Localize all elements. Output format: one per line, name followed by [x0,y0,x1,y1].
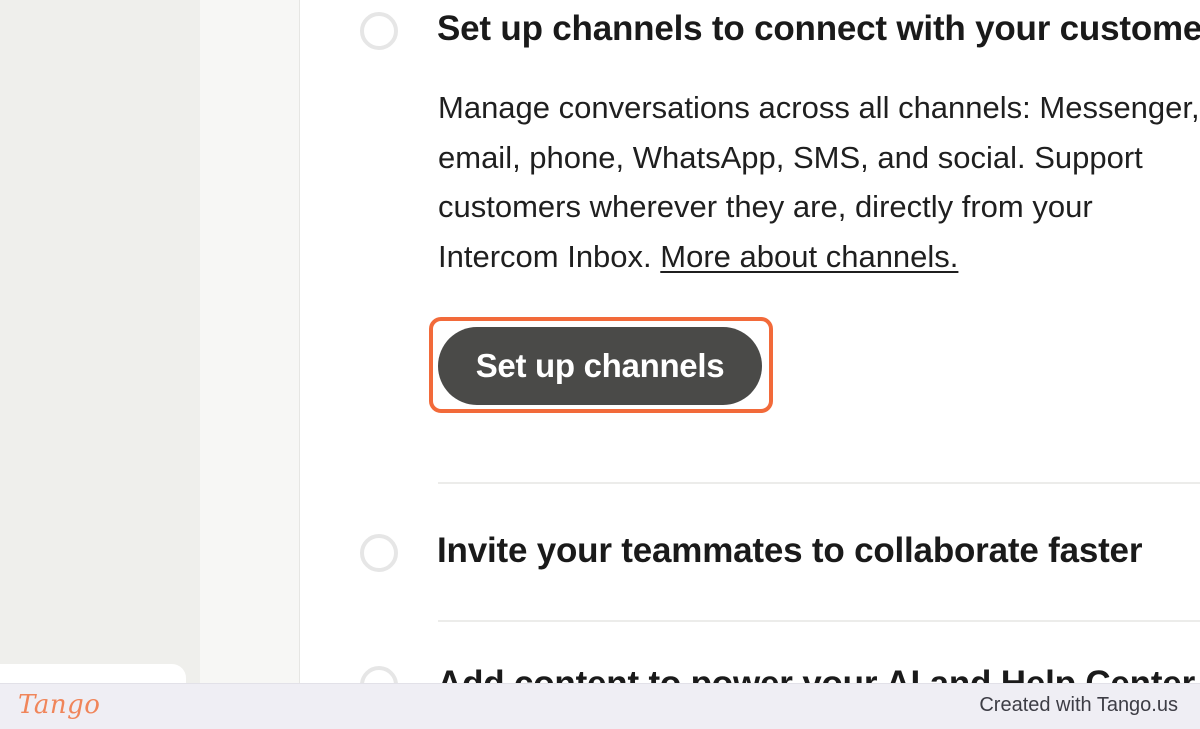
description-line-text: Intercom Inbox. [438,238,652,274]
step-2-radio[interactable] [360,534,398,572]
description-line: email, phone, WhatsApp, SMS, and social.… [438,139,1143,175]
tango-footer: Tango Created with Tango.us [0,683,1200,729]
left-sidebar [0,0,200,704]
created-with-credit[interactable]: Created with Tango.us [979,694,1178,717]
step-3-radio[interactable] [360,666,398,683]
step-3-title[interactable]: Add content to power your AI and Help Ce… [437,664,1195,683]
onboarding-checklist: Set up channels to connect with your cus… [300,0,1200,683]
set-up-channels-button[interactable]: Set up channels [438,327,762,405]
description-line: customers wherever they are, directly fr… [438,189,1093,224]
step-2-title[interactable]: Invite your teammates to collaborate fas… [437,531,1142,571]
step-1-title[interactable]: Set up channels to connect with your cus… [437,9,1200,49]
more-about-channels-link[interactable]: More about channels. [660,239,958,274]
step-1-description: Manage conversations across all channels… [438,83,1200,281]
step-1-radio[interactable] [360,12,398,50]
divider [438,620,1200,622]
description-line: Manage conversations across all channels… [438,90,1200,125]
sidebar-gutter [200,0,300,683]
divider [438,482,1200,484]
tango-logo[interactable]: Tango [18,690,100,720]
description-line: Intercom Inbox. More about channels. [438,232,1200,282]
